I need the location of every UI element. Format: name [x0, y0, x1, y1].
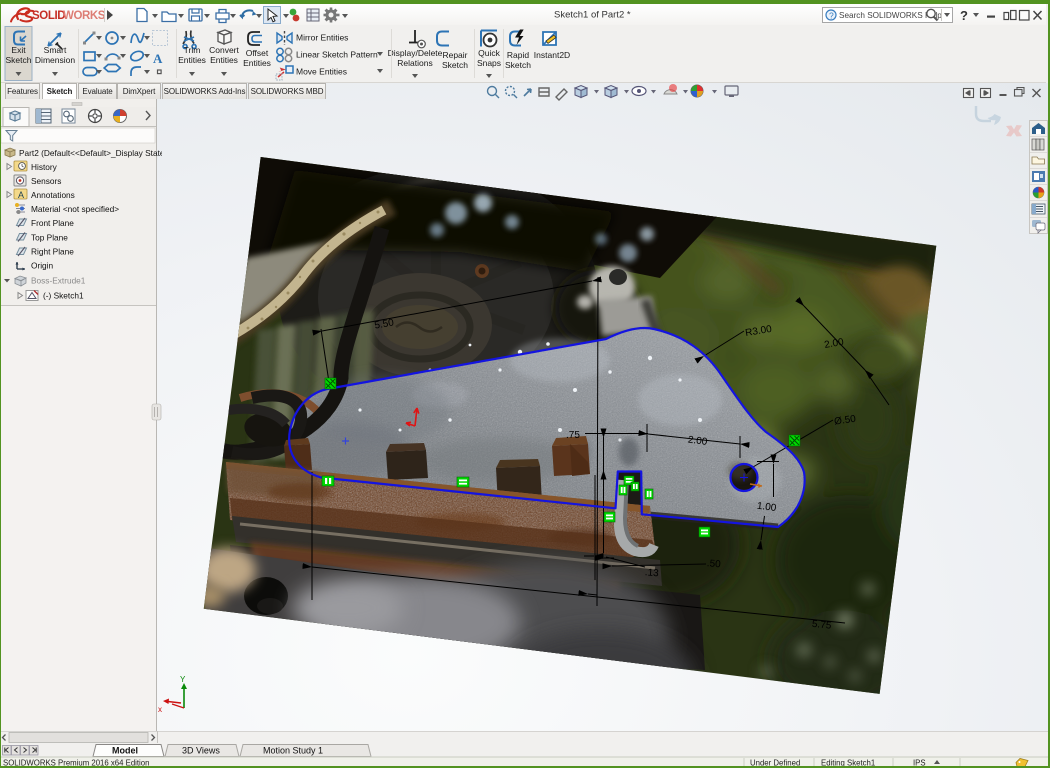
- svg-text:SOLID: SOLID: [32, 10, 65, 22]
- svg-text:Y: Y: [180, 675, 186, 684]
- svg-text:History: History: [31, 162, 58, 172]
- svg-text:(-) Sketch1: (-) Sketch1: [43, 291, 84, 301]
- svg-text:Instant2D: Instant2D: [534, 50, 570, 60]
- svg-text:Display/Delete: Display/Delete: [388, 48, 443, 58]
- svg-text:5.75: 5.75: [811, 619, 832, 632]
- svg-text:Origin: Origin: [31, 261, 54, 271]
- svg-text:Sketch: Sketch: [505, 60, 531, 70]
- svg-text:Linear Sketch Pattern: Linear Sketch Pattern: [296, 50, 378, 60]
- svg-text:A: A: [18, 190, 24, 200]
- svg-text:Top Plane: Top Plane: [31, 233, 68, 243]
- svg-text:Entities: Entities: [210, 55, 238, 65]
- svg-text:Front Plane: Front Plane: [31, 218, 74, 228]
- svg-text:?: ?: [829, 10, 834, 20]
- svg-text:Sketch: Sketch: [442, 60, 468, 70]
- svg-text:.50: .50: [706, 558, 721, 570]
- svg-text:Relations: Relations: [397, 58, 432, 68]
- svg-text:A: A: [153, 51, 163, 66]
- svg-text:Entities: Entities: [178, 55, 206, 65]
- svg-text:?: ?: [960, 8, 968, 23]
- svg-text:Model: Model: [112, 746, 138, 756]
- svg-text:Material <not specified>: Material <not specified>: [31, 204, 119, 214]
- svg-text:Rapid: Rapid: [507, 50, 529, 60]
- svg-text:Mirror Entities: Mirror Entities: [296, 33, 348, 43]
- svg-text:Move Entities: Move Entities: [296, 67, 347, 77]
- svg-text:WORKS: WORKS: [63, 10, 106, 22]
- svg-text:Dimension: Dimension: [35, 55, 75, 65]
- svg-text:Annotations: Annotations: [31, 190, 75, 200]
- svg-text:3D Views: 3D Views: [182, 746, 220, 756]
- svg-text:.13: .13: [644, 567, 659, 579]
- svg-text:Boss-Extrude1: Boss-Extrude1: [31, 276, 86, 286]
- svg-text:Entities: Entities: [243, 58, 271, 68]
- svg-text:Repair: Repair: [442, 50, 467, 60]
- svg-text:Sketch: Sketch: [6, 55, 32, 65]
- svg-text:Offset: Offset: [246, 48, 269, 58]
- svg-text:Part2 (Default<<Default>_Disp: Part2 (Default<<Default>_Display State: [19, 148, 162, 158]
- svg-text:Quick: Quick: [478, 48, 500, 58]
- svg-text:Sensors: Sensors: [31, 176, 61, 186]
- svg-text:Motion Study 1: Motion Study 1: [263, 746, 323, 756]
- svg-text:Convert: Convert: [209, 45, 239, 55]
- svg-text:Smart: Smart: [44, 45, 67, 55]
- svg-text:Exit: Exit: [11, 45, 26, 55]
- svg-text:.75: .75: [566, 430, 580, 441]
- svg-text:Sketch1 of Part2 *: Sketch1 of Part2 *: [554, 10, 631, 21]
- svg-text:Trim: Trim: [184, 45, 201, 55]
- svg-text:Snaps: Snaps: [477, 58, 501, 68]
- svg-text:Right Plane: Right Plane: [31, 247, 74, 257]
